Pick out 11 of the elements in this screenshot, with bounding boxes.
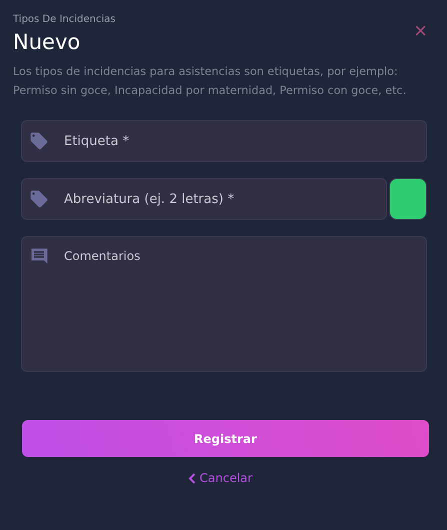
input-field[interactable]: Etiqueta * — [21, 120, 427, 162]
comments-field[interactable]: Comentarios — [21, 236, 427, 372]
dialog-subtitle: Tipos De Incidencias — [13, 14, 116, 25]
color-swatch[interactable] — [389, 178, 427, 220]
close-button[interactable]: × — [414, 20, 427, 42]
input-field[interactable]: Abreviatura (ej. 2 letras) * — [21, 178, 387, 220]
cancel-link[interactable]: Cancelar — [188, 471, 252, 485]
dialog-title: Nuevo — [13, 30, 82, 54]
description-text: Los tipos de incidencias para asistencias son etiquetas, por ejemplo: Permiso sin goce, Incapacidad por maternidad, Permiso con goce, etc. — [13, 64, 408, 99]
register-button[interactable]: Registrar — [22, 420, 429, 457]
chevron-left-icon — [188, 472, 196, 484]
